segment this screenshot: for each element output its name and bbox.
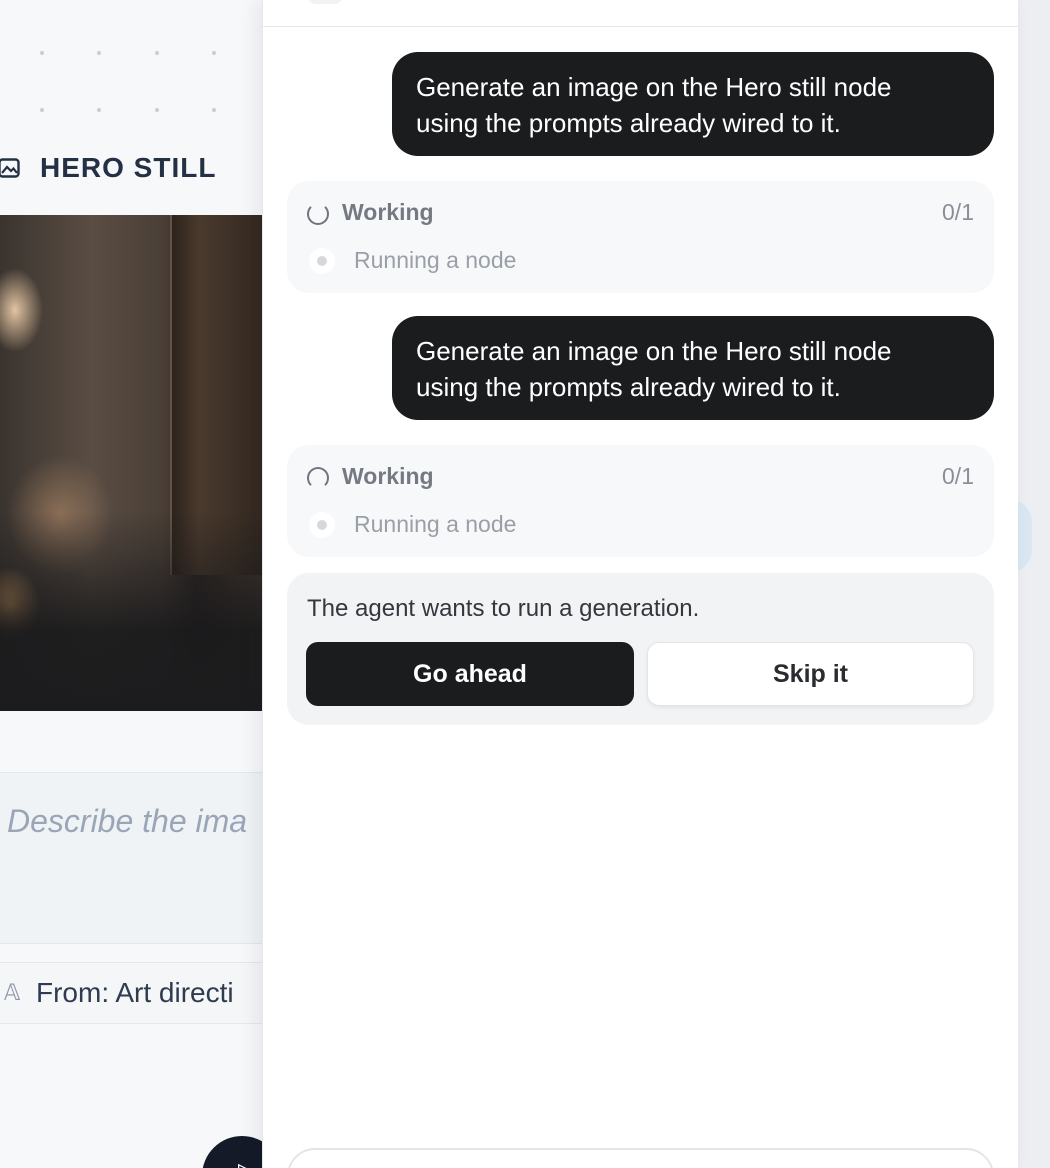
go-ahead-button[interactable]: Go ahead	[306, 642, 634, 706]
image-icon	[0, 156, 20, 180]
user-message: Generate an image on the Hero still node…	[392, 316, 994, 420]
skip-button[interactable]: Skip it	[647, 642, 974, 706]
step-label: Running a node	[354, 511, 517, 537]
app-stage: HERO STILL Describe the ima 𝔸 From: Art …	[0, 0, 1050, 1168]
prompt-textarea[interactable]: Describe the ima	[0, 772, 270, 944]
status-count: 0/1	[942, 463, 974, 489]
status-count: 0/1	[942, 199, 974, 225]
grid-dot	[40, 108, 44, 112]
message-line: Generate an image on the Hero still node	[416, 72, 892, 102]
prompt-placeholder: Describe the ima	[7, 803, 248, 839]
grid-dot	[97, 51, 101, 55]
grid-dot	[97, 108, 101, 112]
user-message: Generate an image on the Hero still node…	[392, 52, 994, 156]
grid-dot	[212, 108, 216, 112]
working-status-card: Working 0/1 Running a node	[287, 181, 994, 293]
chat-composer-input[interactable]	[287, 1148, 994, 1168]
status-label: Working	[342, 463, 434, 489]
right-rail	[1018, 0, 1050, 1168]
node-header[interactable]: HERO STILL	[0, 150, 270, 186]
step-dot-icon	[309, 248, 335, 274]
node-output-image[interactable]	[0, 215, 262, 711]
text-A-icon: 𝔸	[4, 980, 21, 1005]
grid-dot	[155, 108, 159, 112]
header-chip[interactable]	[307, 0, 343, 4]
approval-text: The agent wants to run a generation.	[307, 595, 700, 622]
node-title: HERO STILL	[40, 152, 217, 183]
prompt-source-label: From: Art directi	[36, 977, 234, 1008]
prompt-source-row[interactable]: 𝔸 From: Art directi	[0, 962, 270, 1024]
message-line: using the prompts already wired to it.	[416, 372, 841, 402]
step-label: Running a node	[354, 247, 517, 273]
spinner-icon	[307, 467, 329, 489]
grid-dot	[212, 51, 216, 55]
working-status-card: Working 0/1 Running a node	[287, 445, 994, 557]
message-line: Generate an image on the Hero still node	[416, 336, 892, 366]
message-line: using the prompts already wired to it.	[416, 108, 841, 138]
spinner-icon	[307, 203, 329, 225]
status-label: Working	[342, 199, 434, 225]
step-dot-icon	[309, 512, 335, 538]
approval-card: The agent wants to run a generation. Go …	[287, 573, 994, 725]
panel-header	[263, 0, 1018, 27]
grid-dot	[40, 51, 44, 55]
workflow-canvas[interactable]: HERO STILL Describe the ima 𝔸 From: Art …	[0, 0, 282, 1168]
grid-dot	[155, 51, 159, 55]
image-shadow	[0, 511, 262, 711]
send-icon: ▷	[238, 1158, 255, 1168]
